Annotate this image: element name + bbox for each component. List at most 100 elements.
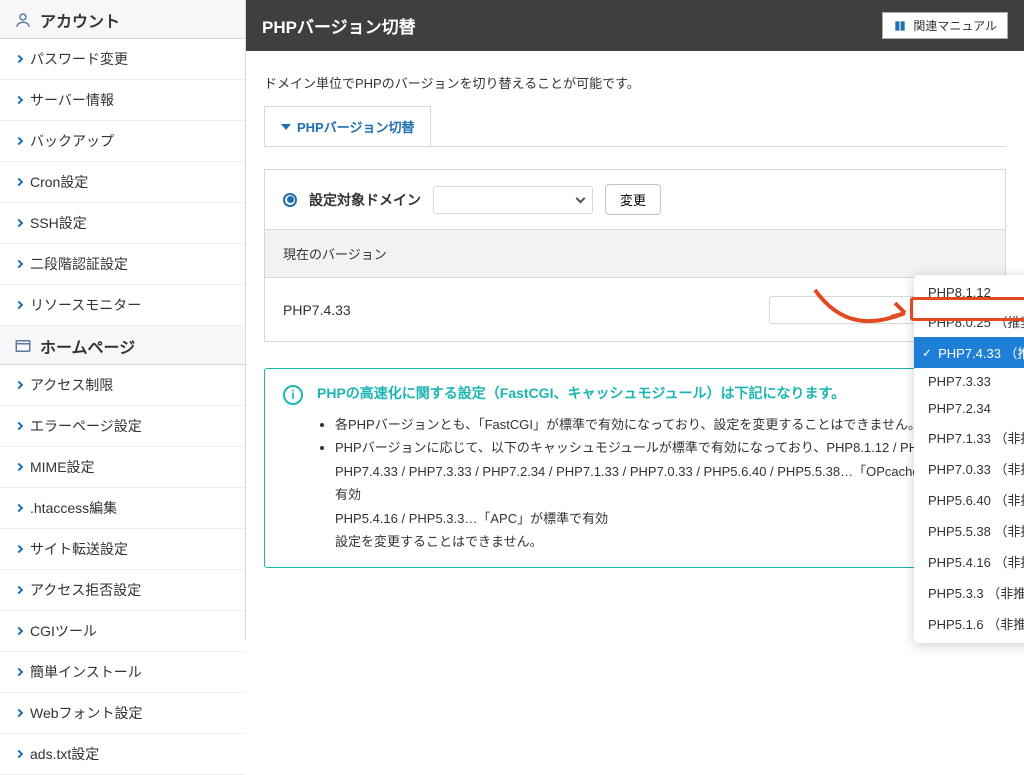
sidebar-item-label: エラーページ設定 <box>30 416 142 436</box>
sidebar-item-account-4[interactable]: SSH設定 <box>0 203 245 244</box>
chevron-right-icon <box>15 709 23 717</box>
info-icon: i <box>283 385 303 405</box>
page-header: PHPバージョン切替 関連マニュアル <box>246 0 1024 51</box>
current-version-header: 現在のバージョン <box>264 230 1006 277</box>
chevron-right-icon <box>15 422 23 430</box>
sidebar-item-label: アクセス拒否設定 <box>30 580 141 600</box>
chevron-right-icon <box>15 381 23 389</box>
chevron-right-icon <box>15 301 23 309</box>
version-option[interactable]: PHP5.3.3 （非推奨） <box>914 577 1024 608</box>
sidebar-item-label: バックアップ <box>30 131 114 151</box>
content: ドメイン単位でPHPのバージョンを切り替えることが可能です。 PHPバージョン切… <box>246 51 1024 586</box>
domain-panel: 設定対象ドメイン 変更 <box>264 169 1006 230</box>
sidebar-item-homepage-9[interactable]: ads.txt設定 <box>0 734 245 775</box>
version-option[interactable]: PHP5.5.38 （非推奨） <box>914 515 1024 546</box>
sidebar-item-homepage-6[interactable]: CGIツール <box>0 611 245 652</box>
version-option[interactable]: PHP5.4.16 （非推奨） <box>914 546 1024 577</box>
sidebar-item-label: SSH設定 <box>30 213 87 233</box>
version-dropdown: PHP8.1.12PHP8.0.25 （推奨）PHP7.4.33 （推奨）PHP… <box>914 275 1024 643</box>
sidebar-item-label: CGIツール <box>30 621 97 641</box>
sidebar-item-account-3[interactable]: Cron設定 <box>0 162 245 203</box>
sidebar-section-label: アカウント <box>40 8 120 32</box>
sidebar-item-label: リソースモニター <box>30 295 141 315</box>
sidebar-item-account-5[interactable]: 二段階認証設定 <box>0 244 245 285</box>
sidebar: アカウント パスワード変更サーバー情報バックアップ Cron設定 SSH設定二段階認… <box>0 0 246 640</box>
version-select[interactable] <box>769 296 919 324</box>
chevron-down-icon <box>576 193 586 203</box>
chevron-right-icon <box>15 627 23 635</box>
sidebar-account-items: パスワード変更サーバー情報バックアップ Cron設定 SSH設定二段階認証設定リソー… <box>0 39 245 326</box>
sidebar-item-homepage-0[interactable]: アクセス制限 <box>0 365 245 406</box>
sidebar-item-homepage-2[interactable]: MIME設定 <box>0 447 245 488</box>
sidebar-section-account: アカウント <box>0 0 245 39</box>
sidebar-item-homepage-7[interactable]: 簡単インストール <box>0 652 245 693</box>
sidebar-item-label: Cron設定 <box>30 172 88 192</box>
version-option[interactable]: PHP7.1.33 （非推奨） <box>914 422 1024 453</box>
book-icon <box>893 19 907 33</box>
chevron-right-icon <box>15 668 23 676</box>
sidebar-item-account-6[interactable]: リソースモニター <box>0 285 245 326</box>
chevron-right-icon <box>15 463 23 471</box>
sidebar-item-label: Webフォント設定 <box>30 703 143 723</box>
sidebar-item-label: パスワード変更 <box>30 49 128 69</box>
sidebar-item-label: 簡単インストール <box>30 662 142 682</box>
chevron-right-icon <box>15 137 23 145</box>
sidebar-item-label: アクセス制限 <box>30 375 113 395</box>
domain-radio[interactable] <box>283 193 297 207</box>
info-title: PHPの高速化に関する設定（FastCGI、キャッシュモジュール）は下記になりま… <box>317 383 987 403</box>
sidebar-item-label: サイト転送設定 <box>30 539 128 559</box>
tab-php-version[interactable]: PHPバージョン切替 <box>264 106 431 146</box>
sidebar-item-label: MIME設定 <box>30 457 95 477</box>
chevron-right-icon <box>15 96 23 104</box>
sidebar-item-homepage-3[interactable]: .htaccess編集 <box>0 488 245 529</box>
sidebar-item-label: .htaccess編集 <box>30 498 117 518</box>
version-option[interactable]: PHP7.0.33 （非推奨） <box>914 453 1024 484</box>
tabs: PHPバージョン切替 <box>264 106 1006 147</box>
sidebar-item-label: サーバー情報 <box>30 90 114 110</box>
version-option[interactable]: PHP5.1.6 （非推奨） <box>914 608 1024 639</box>
sidebar-item-label: ads.txt設定 <box>30 744 99 764</box>
sidebar-item-homepage-4[interactable]: サイト転送設定 <box>0 529 245 570</box>
version-option[interactable]: PHP7.3.33 <box>914 368 1024 395</box>
chevron-right-icon <box>15 260 23 268</box>
info-list: 各PHPバージョンとも、「FastCGI」が標準で有効になっており、設定を変更す… <box>317 413 987 553</box>
sidebar-item-account-1[interactable]: サーバー情報 <box>0 80 245 121</box>
info-list-item: 各PHPバージョンとも、「FastCGI」が標準で有効になっており、設定を変更す… <box>335 413 987 436</box>
version-option[interactable]: PHP8.1.12 <box>914 279 1024 306</box>
sidebar-item-account-0[interactable]: パスワード変更 <box>0 39 245 80</box>
chevron-right-icon <box>15 545 23 553</box>
chevron-right-icon <box>15 504 23 512</box>
sidebar-section-homepage: ホームページ <box>0 326 245 365</box>
page-title: PHPバージョン切替 <box>262 13 416 38</box>
domain-label: 設定対象ドメイン <box>309 190 421 210</box>
domain-change-button[interactable]: 変更 <box>605 184 661 215</box>
version-row: PHP7.4.33 変更 <box>264 277 1006 342</box>
window-icon <box>14 337 32 355</box>
manual-label: 関連マニュアル <box>913 17 997 34</box>
manual-button[interactable]: 関連マニュアル <box>882 12 1008 39</box>
sidebar-item-homepage-5[interactable]: アクセス拒否設定 <box>0 570 245 611</box>
main: PHPバージョン切替 関連マニュアル ドメイン単位でPHPのバージョンを切り替え… <box>246 0 1024 640</box>
description: ドメイン単位でPHPのバージョンを切り替えることが可能です。 <box>264 73 1006 92</box>
version-option[interactable]: PHP5.6.40 （非推奨） <box>914 484 1024 515</box>
tab-label: PHPバージョン切替 <box>297 117 414 136</box>
domain-select[interactable] <box>433 186 593 214</box>
chevron-right-icon <box>15 178 23 186</box>
info-list-item: PHPバージョンに応じて、以下のキャッシュモジュールが標準で有効になっており、P… <box>335 436 987 553</box>
chevron-right-icon <box>15 55 23 63</box>
caret-down-icon <box>281 124 291 130</box>
version-option[interactable]: PHP8.0.25 （推奨） <box>914 306 1024 337</box>
sidebar-item-account-2[interactable]: バックアップ <box>0 121 245 162</box>
chevron-right-icon <box>15 750 23 758</box>
current-version: PHP7.4.33 <box>283 302 351 318</box>
sidebar-item-label: 二段階認証設定 <box>30 254 128 274</box>
chevron-right-icon <box>15 219 23 227</box>
sidebar-item-homepage-1[interactable]: エラーページ設定 <box>0 406 245 447</box>
sidebar-section-label: ホームページ <box>40 334 135 358</box>
version-option[interactable]: PHP7.2.34 <box>914 395 1024 422</box>
sidebar-homepage-items: アクセス制限エラーページ設定 MIME設定 .htaccess編集サイト転送設定アク… <box>0 365 245 775</box>
sidebar-item-homepage-8[interactable]: Webフォント設定 <box>0 693 245 734</box>
version-option[interactable]: PHP7.4.33 （推奨） <box>914 337 1024 368</box>
person-icon <box>14 11 32 29</box>
chevron-right-icon <box>15 586 23 594</box>
